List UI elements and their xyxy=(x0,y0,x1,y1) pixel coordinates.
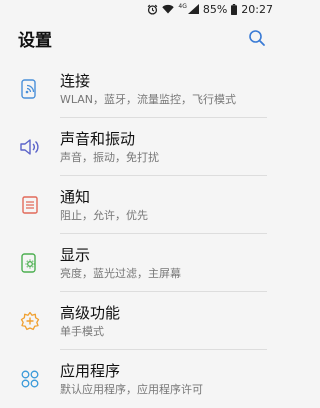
item-text: 高级功能 单手模式 xyxy=(60,303,120,340)
item-label: 通知 xyxy=(60,187,91,206)
settings-item-notifications[interactable]: 通知 阻止，允许，优先 xyxy=(0,176,281,234)
item-subtitle: 默认应用程序，应用程序许可 xyxy=(60,382,203,396)
wifi-icon xyxy=(162,4,175,14)
alarm-icon xyxy=(147,4,158,15)
item-text: 声音和振动 声音，振动，免打扰 xyxy=(60,129,159,166)
item-label: 高级功能 xyxy=(60,303,121,322)
settings-item-connections[interactable]: 连接 WLAN，蓝牙，流量监控，飞行模式 xyxy=(0,60,281,118)
settings-screen: 4G 85% 20:27 设置 连接 WLAN，蓝牙，流量监控，飞行模式 声音和… xyxy=(0,0,281,400)
notification-icon xyxy=(0,195,60,215)
header: 设置 xyxy=(0,18,281,58)
clock-time: 20:27 xyxy=(241,2,273,16)
item-subtitle: 亮度，蓝光过滤，主屏幕 xyxy=(60,266,181,280)
battery-icon xyxy=(231,3,238,15)
item-text: 显示 亮度，蓝光过滤，主屏幕 xyxy=(60,245,181,282)
speaker-icon xyxy=(0,137,60,157)
battery-percent: 85% xyxy=(202,2,228,16)
item-label: 应用程序 xyxy=(60,361,121,380)
search-icon[interactable] xyxy=(247,28,267,48)
item-text: 连接 WLAN，蓝牙，流量监控，飞行模式 xyxy=(60,71,236,108)
item-label: 连接 xyxy=(60,71,91,90)
apps-icon xyxy=(0,369,60,389)
settings-item-advanced-features[interactable]: 高级功能 单手模式 xyxy=(0,292,281,350)
status-bar: 4G 85% 20:27 xyxy=(0,0,281,18)
advanced-features-icon xyxy=(0,310,60,332)
item-label: 显示 xyxy=(60,245,91,264)
connections-icon xyxy=(0,78,60,100)
item-text: 通知 阻止，允许，优先 xyxy=(60,187,148,224)
item-subtitle: 阻止，允许，优先 xyxy=(60,208,148,222)
item-subtitle: 声音，振动，免打扰 xyxy=(60,150,159,164)
item-label: 声音和振动 xyxy=(60,129,136,148)
page-title: 设置 xyxy=(18,30,52,51)
settings-list: 连接 WLAN，蓝牙，流量监控，飞行模式 声音和振动 声音，振动，免打扰 通知 … xyxy=(0,60,281,408)
settings-item-apps[interactable]: 应用程序 默认应用程序，应用程序许可 xyxy=(0,350,281,408)
display-icon xyxy=(0,252,60,274)
item-subtitle: WLAN，蓝牙，流量监控，飞行模式 xyxy=(60,92,237,106)
item-subtitle: 单手模式 xyxy=(60,324,104,338)
network-type: 4G xyxy=(178,2,187,10)
settings-item-sound-vibration[interactable]: 声音和振动 声音，振动，免打扰 xyxy=(0,118,281,176)
item-text: 应用程序 默认应用程序，应用程序许可 xyxy=(60,361,203,398)
signal-icon xyxy=(187,4,199,14)
settings-item-display[interactable]: 显示 亮度，蓝光过滤，主屏幕 xyxy=(0,234,281,292)
